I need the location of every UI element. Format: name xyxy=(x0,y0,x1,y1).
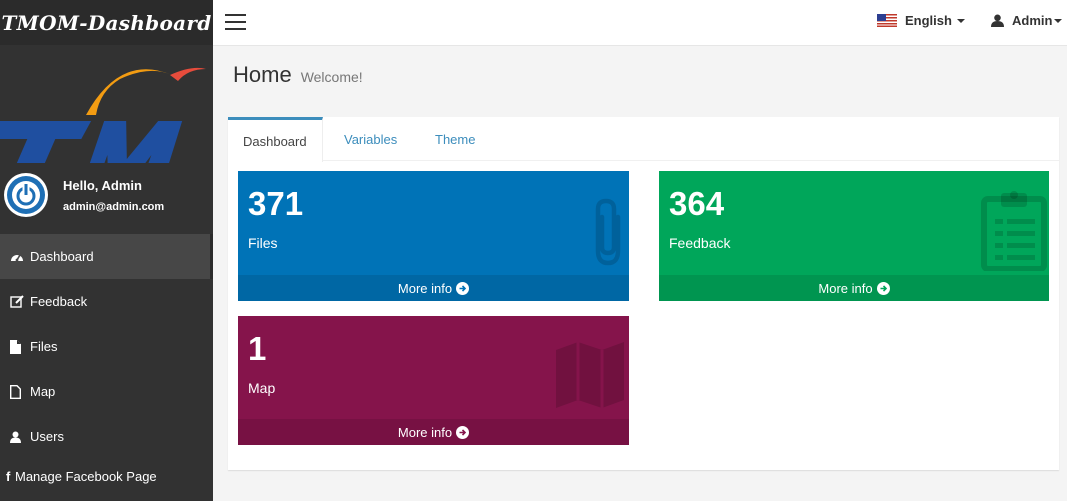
user-icon xyxy=(10,431,30,443)
sidebar-menu: Dashboard Feedback Files Map Users f Man… xyxy=(0,234,213,494)
top-navbar: English Admin xyxy=(213,0,1067,46)
tab-bar: Dashboard Variables Theme xyxy=(228,117,1059,162)
tab-label: Variables xyxy=(344,131,398,147)
avatar xyxy=(4,173,48,217)
edit-icon xyxy=(10,295,30,308)
map-icon xyxy=(556,342,624,408)
power-icon xyxy=(7,176,45,214)
clipboard-icon xyxy=(981,191,1047,271)
user-panel: Hello, Admin admin@admin.com xyxy=(0,164,213,226)
sidebar-item-files[interactable]: Files xyxy=(0,324,213,369)
arrow-circle-right-icon xyxy=(876,281,890,295)
stat-label: Feedback xyxy=(669,235,731,251)
menu-toggle-icon[interactable] xyxy=(225,14,246,30)
dashboard-box: Dashboard Variables Theme 371 Files More… xyxy=(228,117,1059,470)
stat-value: 364 xyxy=(669,185,725,222)
sidebar-item-dashboard[interactable]: Dashboard xyxy=(0,234,213,279)
page-subtitle: Welcome! xyxy=(300,69,363,85)
sidebar-item-label: Feedback xyxy=(30,294,88,309)
sidebar-item-label: Files xyxy=(30,339,58,354)
chevron-down-icon xyxy=(1054,18,1063,23)
arrow-circle-right-icon xyxy=(456,281,470,295)
sidebar: TMOM-Dashboard Hello, Admin admin@admin.… xyxy=(0,0,213,501)
sidebar-item-label: Manage Facebook Page xyxy=(15,469,157,484)
chevron-down-icon xyxy=(956,18,965,23)
more-info-label: More info xyxy=(397,424,453,440)
brand-header[interactable]: TMOM-Dashboard xyxy=(0,0,213,45)
sidebar-item-feedback[interactable]: Feedback xyxy=(0,279,213,324)
stat-card-map: 1 Map More info xyxy=(238,316,629,445)
more-info-label: More info xyxy=(397,280,453,296)
more-info-link[interactable]: More info xyxy=(238,419,629,445)
file-icon xyxy=(10,339,30,354)
us-flag-icon xyxy=(877,14,897,27)
user-label: Admin xyxy=(1012,13,1053,28)
user-icon xyxy=(991,14,1004,27)
stat-value: 371 xyxy=(248,185,304,222)
sidebar-item-label: Users xyxy=(30,429,64,444)
tab-dashboard[interactable]: Dashboard xyxy=(228,117,323,162)
page-header: Home Welcome! xyxy=(233,62,363,88)
sidebar-item-label: Dashboard xyxy=(30,249,94,264)
tab-theme[interactable]: Theme xyxy=(435,117,475,161)
stat-card-files: 371 Files More info xyxy=(238,171,629,301)
language-label: English xyxy=(905,13,952,28)
more-info-link[interactable]: More info xyxy=(659,275,1049,301)
tm-logo xyxy=(0,45,213,163)
more-info-link[interactable]: More info xyxy=(238,275,629,301)
tab-variables[interactable]: Variables xyxy=(344,117,397,161)
sidebar-item-label: Map xyxy=(30,384,56,399)
sidebar-item-map[interactable]: Map xyxy=(0,369,213,414)
paperclip-icon xyxy=(595,198,621,266)
tm-logo-icon xyxy=(0,67,206,163)
sidebar-item-facebook-page[interactable]: f Manage Facebook Page xyxy=(0,459,213,494)
page-title: Home xyxy=(233,62,292,87)
file-outline-icon xyxy=(10,384,30,399)
facebook-icon: f xyxy=(6,469,11,484)
brand-title: TMOM-Dashboard xyxy=(1,10,212,35)
user-greeting: Hello, Admin xyxy=(63,177,142,193)
tab-label: Dashboard xyxy=(243,133,307,149)
user-email: admin@admin.com xyxy=(63,200,165,213)
arrow-circle-right-icon xyxy=(456,425,470,439)
tab-label: Theme xyxy=(435,131,476,147)
stat-label: Map xyxy=(248,380,276,396)
stat-card-feedback: 364 Feedback More info xyxy=(659,171,1049,301)
stat-label: Files xyxy=(248,235,278,251)
stat-value: 1 xyxy=(248,330,267,367)
dashboard-icon xyxy=(10,251,30,263)
more-info-label: More info xyxy=(818,280,873,296)
user-dropdown[interactable]: Admin xyxy=(991,13,1063,28)
language-dropdown[interactable]: English xyxy=(877,13,965,28)
sidebar-item-users[interactable]: Users xyxy=(0,414,213,459)
